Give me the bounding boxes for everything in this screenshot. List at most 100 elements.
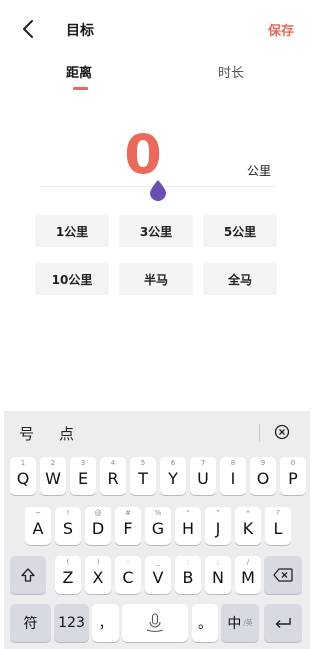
- key-letter-label: F: [123, 519, 133, 538]
- period-key[interactable]: 。: [192, 604, 218, 642]
- key-e[interactable]: 3E: [70, 457, 96, 495]
- key-hint-label: 6: [170, 459, 176, 467]
- key-r[interactable]: 4R: [100, 457, 126, 495]
- shift-key[interactable]: [10, 556, 46, 594]
- key-c[interactable]: -C: [115, 556, 141, 594]
- key-d[interactable]: @ D: [85, 507, 111, 545]
- key-hint-label: ;: [216, 558, 220, 566]
- key-hint-label: 8: [230, 459, 236, 467]
- key-f[interactable]: # F: [115, 507, 141, 545]
- key-hint-label: (: [66, 558, 70, 566]
- goal-unit: 公里: [247, 164, 272, 178]
- clear-candidates-icon[interactable]: [274, 424, 290, 440]
- enter-key[interactable]: [264, 604, 302, 642]
- key-g[interactable]: % G: [145, 507, 171, 545]
- key-hint-label: *: [246, 509, 250, 517]
- candidate-word[interactable]: 号: [19, 423, 34, 444]
- symbols-key[interactable]: 符: [10, 604, 51, 642]
- candidate-word[interactable]: 点: [59, 423, 74, 444]
- key-letter-label: E: [77, 469, 89, 488]
- preset-3km-button[interactable]: 3公里: [119, 215, 193, 247]
- preset-10km-button[interactable]: 10公里: [35, 263, 109, 295]
- key-letter-label: G: [151, 519, 165, 538]
- language-switch-key[interactable]: 中/英: [221, 604, 259, 642]
- key-i[interactable]: 8I: [220, 457, 246, 495]
- comma-key[interactable]: ，: [92, 604, 119, 642]
- key-hint-label: !: [66, 509, 70, 517]
- key-letter-label: A: [32, 519, 44, 538]
- key-letter-label: Z: [62, 568, 74, 587]
- key-letter-label: N: [212, 568, 224, 587]
- key-hint-label: /: [246, 558, 250, 566]
- key-letter-label: D: [91, 519, 105, 538]
- key-hint-label: ?: [276, 509, 280, 517]
- numbers-key[interactable]: 123: [54, 604, 89, 642]
- key-hint-label: 3: [80, 459, 86, 467]
- key-hint-label: #: [125, 509, 131, 517]
- key-letter-label: M: [241, 568, 255, 587]
- language-sub-label: /英: [243, 619, 253, 627]
- key-hint-label: 5: [140, 459, 146, 467]
- key-letter-label: K: [242, 519, 254, 538]
- key-a[interactable]: ~ A: [25, 507, 51, 545]
- key-hint-label: ): [96, 558, 100, 566]
- key-hint-label: ”: [216, 509, 220, 517]
- key-hint-label: -: [126, 558, 130, 566]
- key-n[interactable]: ; N: [205, 556, 231, 594]
- key-letter-label: I: [230, 469, 236, 488]
- ime-keyboard: 号 点 1Q2W3E4R5T6Y7U8I9O0P ~ A! S @ D # F% G “H” J *…: [4, 411, 310, 649]
- page-title: 目标: [66, 23, 94, 39]
- key-x[interactable]: ) X: [85, 556, 111, 594]
- key-u[interactable]: 7U: [190, 457, 216, 495]
- key-b[interactable]: :B: [175, 556, 201, 594]
- preset-1km-button[interactable]: 1公里: [35, 215, 109, 247]
- key-s[interactable]: ! S: [55, 507, 81, 545]
- key-hint-label: 9: [260, 459, 266, 467]
- key-p[interactable]: 0P: [280, 457, 306, 495]
- key-z[interactable]: (Z: [55, 556, 81, 594]
- key-h[interactable]: “H: [175, 507, 201, 545]
- key-v[interactable]: _ V: [145, 556, 171, 594]
- key-l[interactable]: ? L: [265, 507, 291, 545]
- key-t[interactable]: 5T: [130, 457, 156, 495]
- key-k[interactable]: * K: [235, 507, 261, 545]
- key-letter-label: L: [273, 519, 283, 538]
- key-letter-label: O: [256, 469, 270, 488]
- key-hint-label: %: [154, 509, 162, 517]
- tab-distance[interactable]: 距离: [66, 62, 92, 81]
- key-hint-label: “: [186, 509, 190, 517]
- key-letter-label: X: [92, 568, 104, 587]
- preset-5km-button[interactable]: 5公里: [203, 215, 277, 247]
- key-q[interactable]: 1Q: [10, 457, 36, 495]
- key-m[interactable]: / M: [235, 556, 261, 594]
- key-hint-label: 1: [20, 459, 26, 467]
- key-hint-label: :: [186, 558, 190, 566]
- key-o[interactable]: 9O: [250, 457, 276, 495]
- space-key[interactable]: [122, 604, 188, 642]
- key-y[interactable]: 6Y: [160, 457, 186, 495]
- key-hint-label: 0: [290, 459, 296, 467]
- key-letter-label: Y: [168, 469, 178, 488]
- preset-full-marathon-button[interactable]: 全马: [203, 263, 277, 295]
- goal-value: 0: [124, 123, 162, 186]
- back-arrow-icon[interactable]: [18, 16, 40, 42]
- candidate-divider: [259, 424, 260, 442]
- backspace-key[interactable]: [264, 556, 302, 594]
- slider-drop-handle-icon[interactable]: [146, 178, 170, 202]
- key-letter-label: R: [107, 469, 119, 488]
- key-hint-label: 7: [200, 459, 206, 467]
- active-tab-indicator: [73, 87, 88, 90]
- preset-half-marathon-button[interactable]: 半马: [119, 263, 193, 295]
- key-hint-label: 2: [50, 459, 56, 467]
- key-hint-label: ~: [35, 509, 41, 517]
- key-hint-label: @: [94, 509, 102, 517]
- key-w[interactable]: 2W: [40, 457, 66, 495]
- tab-duration[interactable]: 时长: [218, 62, 244, 81]
- save-button[interactable]: 保存: [268, 20, 294, 39]
- key-hint-label: _: [156, 558, 160, 566]
- key-letter-label: J: [215, 519, 221, 538]
- key-letter-label: H: [181, 519, 195, 538]
- key-j[interactable]: ” J: [205, 507, 231, 545]
- language-label: 中: [227, 616, 242, 632]
- key-letter-label: W: [45, 469, 61, 488]
